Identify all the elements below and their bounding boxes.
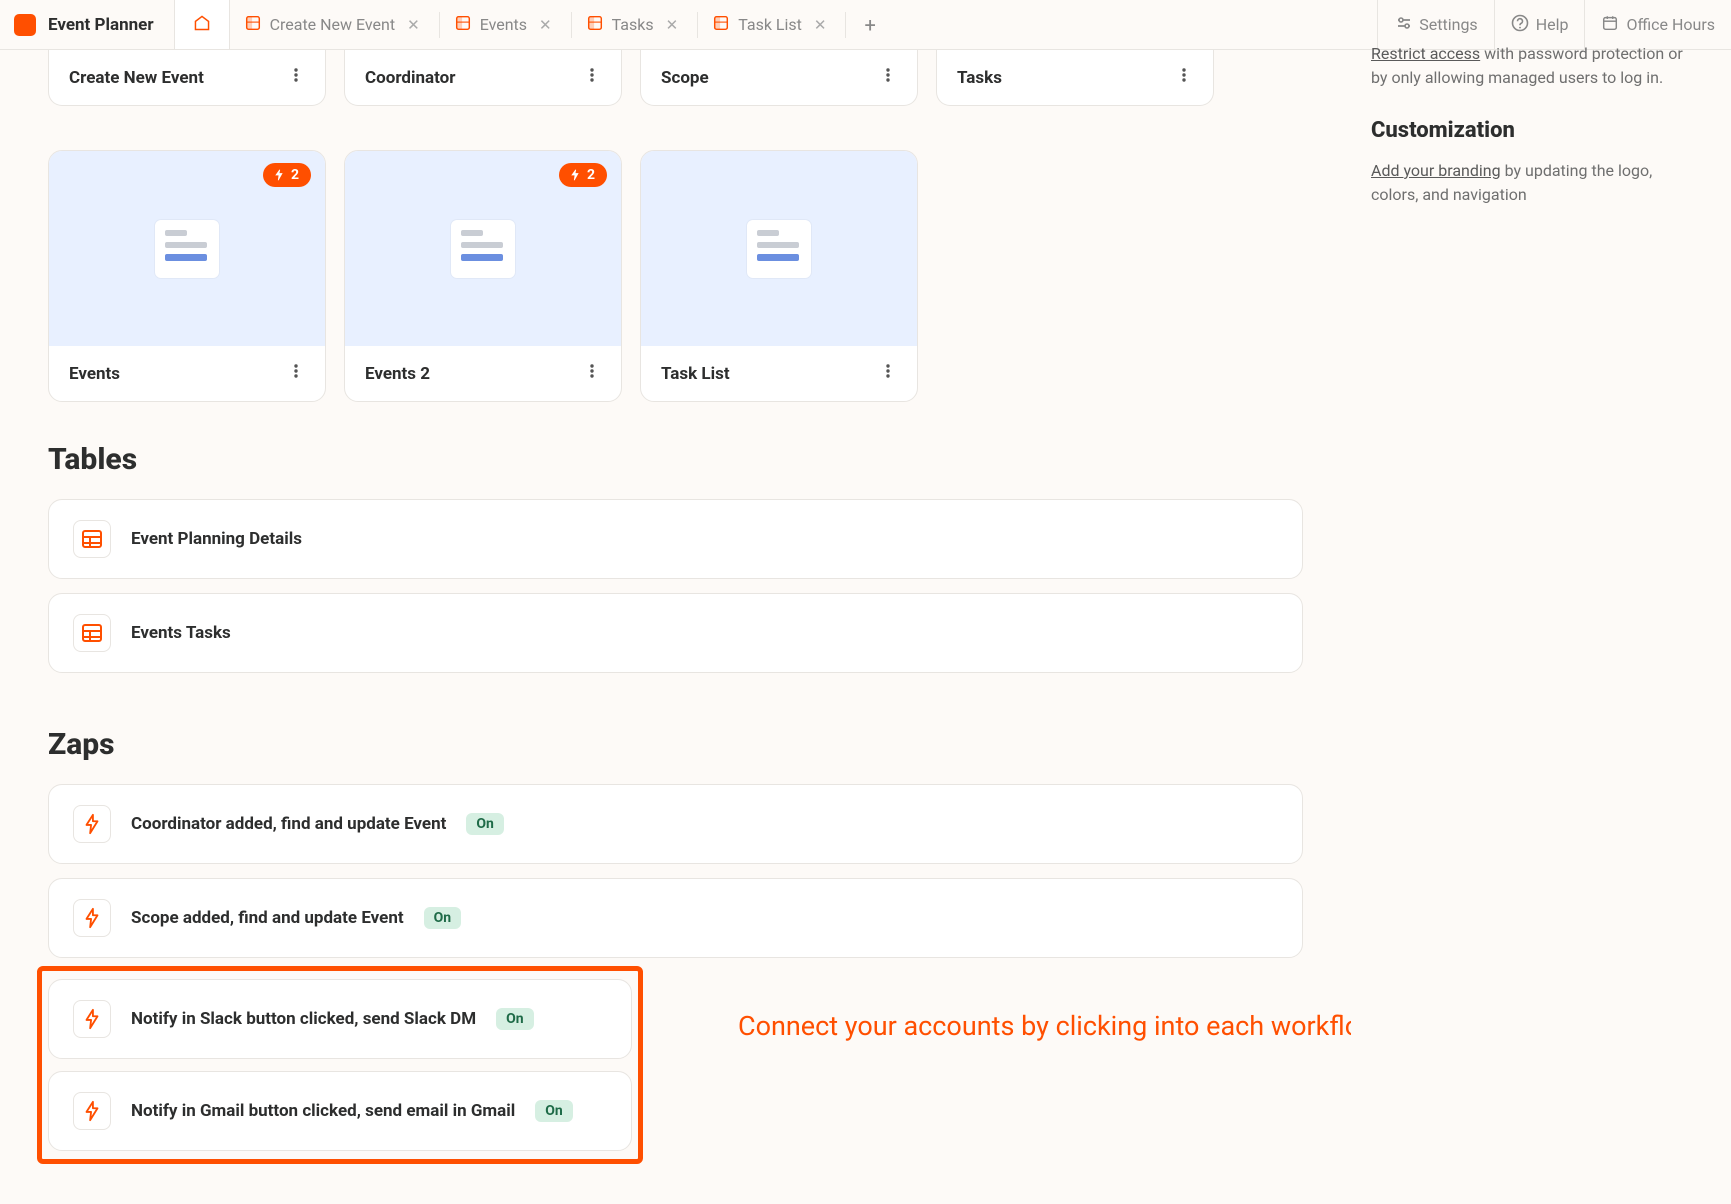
card-events-2[interactable]: 2 Events 2	[344, 150, 622, 402]
card-scope[interactable]: Scope	[640, 50, 918, 106]
tab-label: Tasks	[612, 15, 654, 34]
section-heading: Tables	[48, 442, 1303, 477]
right-sidebar: Restrict access with password protection…	[1351, 50, 1731, 1204]
calendar-icon	[1601, 14, 1619, 36]
tab-strip: Create New Event ✕ Events ✕ Tasks ✕ Task…	[174, 0, 894, 49]
tab-label: Events	[480, 15, 527, 34]
close-icon[interactable]: ✕	[662, 14, 683, 36]
help-label: Help	[1536, 15, 1569, 34]
card-task-list[interactable]: Task List	[640, 150, 918, 402]
card-title: Scope	[661, 68, 709, 88]
zap-title: Scope added, find and update Event	[131, 908, 404, 928]
page-icon	[586, 14, 604, 36]
card-events[interactable]: 2 Events	[48, 150, 326, 402]
badge-count: 2	[291, 167, 299, 183]
zap-title: Notify in Gmail button clicked, send ema…	[131, 1101, 515, 1121]
page-icon	[712, 14, 730, 36]
brand-logo[interactable]	[14, 14, 36, 36]
close-icon[interactable]: ✕	[810, 14, 831, 36]
card-menu-button[interactable]	[287, 66, 305, 89]
add-branding-link[interactable]: Add your branding	[1371, 161, 1501, 180]
zap-row-gmail[interactable]: Notify in Gmail button clicked, send ema…	[48, 1071, 632, 1151]
doc-thumb-icon	[451, 220, 515, 278]
zap-icon	[73, 1092, 111, 1130]
annotation-text: Connect your accounts by clicking into e…	[738, 1010, 1351, 1042]
customization-heading: Customization	[1371, 114, 1701, 147]
doc-thumb-icon	[155, 220, 219, 278]
tab-tasks[interactable]: Tasks ✕	[572, 0, 698, 49]
card-row-previews: 2 Events 2 Events 2	[0, 150, 1351, 402]
badge-count: 2	[587, 167, 595, 183]
zap-title: Coordinator added, find and update Event	[131, 814, 446, 834]
brand-area: Event Planner	[14, 14, 174, 36]
status-badge: On	[424, 907, 462, 929]
zap-row-scope[interactable]: Scope added, find and update Event On	[48, 878, 1303, 958]
highlighted-zap-group: Notify in Slack button clicked, send Sla…	[37, 966, 643, 1164]
card-title: Coordinator	[365, 68, 455, 88]
help-icon	[1511, 14, 1529, 36]
status-badge: On	[466, 813, 504, 835]
doc-thumb-icon	[747, 220, 811, 278]
tab-create-new-event[interactable]: Create New Event ✕	[230, 0, 439, 49]
section-heading: Zaps	[48, 727, 1303, 762]
table-icon	[73, 520, 111, 558]
tab-task-list[interactable]: Task List ✕	[698, 0, 845, 49]
page-icon	[454, 14, 472, 36]
bolt-icon	[569, 169, 581, 181]
card-menu-button[interactable]	[879, 362, 897, 385]
zap-count-badge: 2	[263, 163, 311, 187]
restrict-access-link[interactable]: Restrict access	[1371, 44, 1480, 63]
table-title: Event Planning Details	[131, 529, 302, 549]
zap-row-coordinator[interactable]: Coordinator added, find and update Event…	[48, 784, 1303, 864]
tab-home[interactable]	[174, 0, 230, 49]
status-badge: On	[535, 1100, 573, 1122]
table-row-event-planning-details[interactable]: Event Planning Details	[48, 499, 1303, 579]
card-preview	[641, 151, 917, 346]
card-title: Task List	[661, 364, 730, 384]
main-pane: Create New Event Coordinator Scope Tasks	[0, 50, 1351, 1204]
tab-label: Create New Event	[270, 15, 396, 34]
card-menu-button[interactable]	[287, 362, 305, 385]
card-title: Events 2	[365, 364, 430, 384]
section-tables: Tables Event Planning Details Events Tas…	[0, 402, 1351, 673]
card-menu-button[interactable]	[583, 362, 601, 385]
card-title: Tasks	[957, 68, 1002, 88]
card-row-cut: Create New Event Coordinator Scope Tasks	[0, 50, 1351, 118]
card-preview: 2	[49, 151, 325, 346]
settings-label: Settings	[1419, 15, 1477, 34]
table-icon	[73, 614, 111, 652]
zap-icon	[73, 899, 111, 937]
close-icon[interactable]: ✕	[535, 14, 556, 36]
table-title: Events Tasks	[131, 623, 231, 643]
card-title: Events	[69, 364, 120, 384]
bolt-icon	[273, 169, 285, 181]
tab-events[interactable]: Events ✕	[440, 0, 571, 49]
settings-icon	[1394, 14, 1412, 36]
card-menu-button[interactable]	[1175, 66, 1193, 89]
status-badge: On	[496, 1008, 534, 1030]
card-tasks[interactable]: Tasks	[936, 50, 1214, 106]
card-coordinator[interactable]: Coordinator	[344, 50, 622, 106]
zap-icon	[73, 805, 111, 843]
tab-label: Task List	[738, 15, 802, 34]
zap-icon	[73, 1000, 111, 1038]
zap-title: Notify in Slack button clicked, send Sla…	[131, 1009, 476, 1029]
section-zaps: Zaps Coordinator added, find and update …	[0, 687, 1351, 1164]
office-hours-label: Office Hours	[1626, 15, 1715, 34]
brand-title: Event Planner	[48, 15, 154, 35]
sidebar-paragraph: Add your branding by updating the logo, …	[1371, 159, 1701, 207]
card-preview: 2	[345, 151, 621, 346]
zap-row-slack[interactable]: Notify in Slack button clicked, send Sla…	[48, 979, 632, 1059]
table-row-events-tasks[interactable]: Events Tasks	[48, 593, 1303, 673]
new-tab-button[interactable]: +	[846, 13, 893, 37]
card-create-new-event[interactable]: Create New Event	[48, 50, 326, 106]
sidebar-paragraph: Restrict access with password protection…	[1371, 42, 1701, 90]
zap-count-badge: 2	[559, 163, 607, 187]
page-icon	[244, 14, 262, 36]
home-icon	[193, 14, 211, 36]
card-title: Create New Event	[69, 68, 204, 88]
card-menu-button[interactable]	[879, 66, 897, 89]
card-menu-button[interactable]	[583, 66, 601, 89]
close-icon[interactable]: ✕	[403, 14, 424, 36]
